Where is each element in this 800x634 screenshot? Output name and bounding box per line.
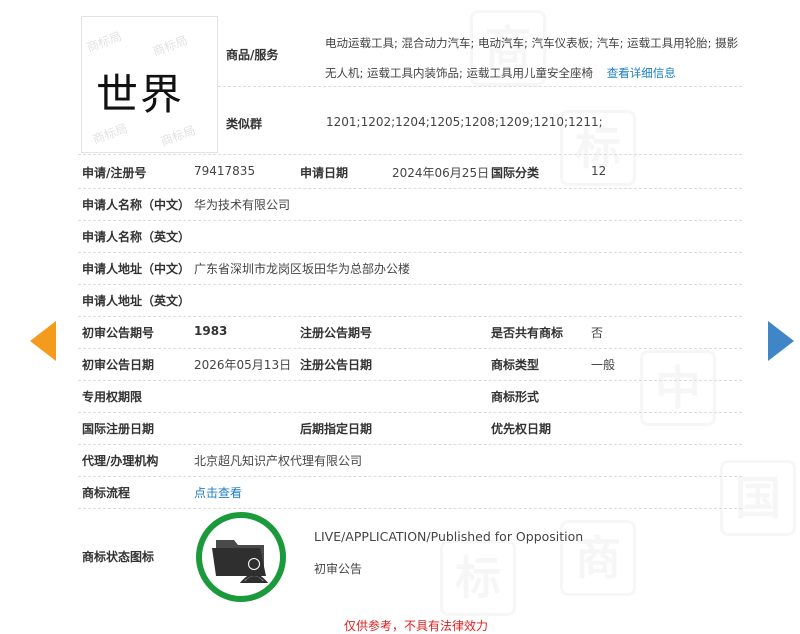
divider: [78, 476, 742, 477]
divider: [218, 86, 742, 87]
later-designation-label: 后期指定日期: [300, 422, 373, 436]
prelim-no-value: 1983: [194, 324, 228, 338]
applicant-cn-value: 华为技术有限公司: [194, 198, 291, 212]
similar-group-label: 类似群: [226, 117, 263, 131]
priority-date-label: 优先权日期: [491, 422, 552, 436]
process-link[interactable]: 点击查看: [194, 484, 242, 501]
divider: [78, 252, 742, 253]
exclusive-period-label: 专用权期限: [82, 390, 143, 404]
prelim-date-value: 2026年05月13日: [194, 358, 292, 372]
divider: [78, 380, 742, 381]
apply-date-value: 2024年06月25日: [392, 166, 490, 180]
goods-value: 电动运载工具; 混合动力汽车; 电动汽车; 汽车仪表板; 汽车; 运载工具用轮胎…: [325, 28, 745, 88]
goods-label: 商品/服务: [226, 48, 279, 62]
prelim-date-label: 初审公告日期: [82, 358, 155, 372]
mark-type-value: 一般: [591, 358, 616, 372]
image-watermark: 商标局: [90, 121, 130, 147]
reg-pub-date-label: 注册公告日期: [300, 358, 373, 372]
status-badge: [196, 512, 286, 602]
status-cn: 初审公告: [314, 562, 363, 576]
divider: [78, 188, 742, 189]
shared-label: 是否共有商标: [491, 326, 564, 340]
image-watermark: 商标局: [150, 33, 190, 59]
similar-group-value: 1201;1202;1204;1205;1208;1209;1210;1211;: [326, 115, 603, 129]
agent-label: 代理/办理机构: [82, 454, 159, 468]
status-icon-label: 商标状态图标: [82, 550, 155, 564]
address-en-label: 申请人地址（英文）: [82, 294, 191, 308]
folder-person-icon: [212, 540, 269, 583]
intl-class-value: 12: [591, 164, 607, 178]
address-cn-label: 申请人地址（中文）: [82, 262, 191, 276]
divider: [78, 508, 742, 509]
agent-value: 北京超凡知识产权代理有限公司: [194, 454, 363, 468]
applicant-en-label: 申请人名称（英文）: [82, 230, 191, 244]
divider: [78, 348, 742, 349]
prelim-no-label: 初审公告期号: [82, 326, 155, 340]
trademark-image: 商标局 商标局 商标局 商标局 世界: [81, 16, 218, 153]
process-label: 商标流程: [82, 486, 131, 500]
reg-pub-no-label: 注册公告期号: [300, 326, 373, 340]
reg-no-label: 申请/注册号: [82, 166, 147, 180]
divider: [78, 154, 742, 155]
divider: [78, 412, 742, 413]
goods-text: 电动运载工具; 混合动力汽车; 电动汽车; 汽车仪表板; 汽车; 运载工具用轮胎…: [325, 36, 739, 80]
arrow-right-icon[interactable]: [768, 321, 794, 361]
applicant-cn-label: 申请人名称（中文）: [82, 198, 191, 212]
address-cn-value: 广东省深圳市龙岗区坂田华为总部办公楼: [194, 262, 411, 276]
divider: [78, 316, 742, 317]
view-details-link[interactable]: 查看详细信息: [607, 66, 676, 80]
divider: [78, 284, 742, 285]
mark-type-label: 商标类型: [491, 358, 540, 372]
divider: [78, 444, 742, 445]
intl-reg-date-label: 国际注册日期: [82, 422, 155, 436]
apply-date-label: 申请日期: [300, 166, 349, 180]
arrow-left-icon[interactable]: [30, 321, 56, 361]
reg-no-value: 79417835: [194, 164, 256, 178]
image-watermark: 商标局: [158, 123, 198, 149]
trademark-detail-panel: 商标局 商标局 商标局 商标局 世界 商品/服务 电动运载工具; 混合动力汽车;…: [78, 16, 742, 633]
intl-class-label: 国际分类: [491, 166, 540, 180]
shared-value: 否: [591, 326, 604, 340]
status-en: LIVE/APPLICATION/Published for Oppositio…: [314, 529, 584, 544]
disclaimer-note: 仅供参考，不具有法律效力: [344, 619, 489, 633]
mark-form-label: 商标形式: [491, 390, 540, 404]
divider: [78, 220, 742, 221]
image-watermark: 商标局: [84, 29, 124, 55]
trademark-name: 世界: [96, 70, 185, 119]
